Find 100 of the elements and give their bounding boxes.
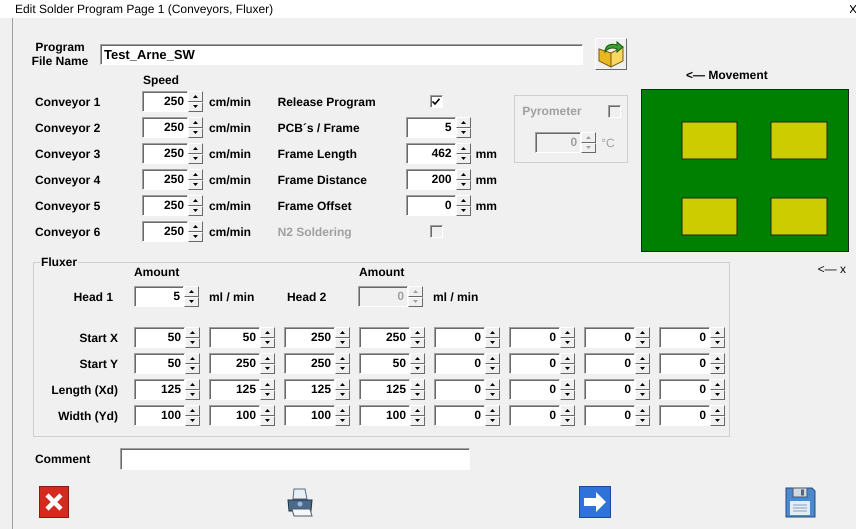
number-field[interactable]: 125 [134,379,185,400]
number-field[interactable]: 125 [209,379,260,400]
spin-down-button[interactable] [260,416,275,426]
spin-up-button[interactable] [188,169,203,180]
spin-down-button[interactable] [485,390,500,400]
spin-up-button[interactable] [635,327,650,338]
spin-up-button[interactable] [260,353,275,364]
number-field[interactable]: 50 [134,353,185,374]
spin-down-button[interactable] [188,180,203,190]
spin-up-button[interactable] [260,379,275,390]
number-field[interactable]: 250 [209,353,260,374]
number-field[interactable]: 462 [406,143,456,164]
number-field[interactable]: 0 [584,327,635,348]
number-field[interactable]: 0 [659,379,710,400]
spin-down-button[interactable] [188,128,203,138]
spin-up-button[interactable] [710,405,725,416]
spin-down-button[interactable] [185,416,200,426]
number-field[interactable]: 50 [134,327,185,348]
next-button[interactable] [578,485,611,519]
number-field[interactable]: 100 [284,405,335,426]
spin-down-button[interactable] [485,338,500,348]
spin-up-button[interactable] [560,353,575,364]
number-field[interactable]: 250 [142,195,188,216]
spin-down-button[interactable] [260,364,275,374]
spin-up-button[interactable] [188,91,203,102]
spin-down-button[interactable] [260,390,275,400]
spin-down-button[interactable] [188,102,203,112]
open-file-button[interactable] [595,38,627,70]
spin-up-button[interactable] [560,405,575,416]
spin-down-button[interactable] [635,416,650,426]
spin-down-button[interactable] [335,364,350,374]
cancel-button[interactable] [37,485,70,519]
spin-down-button[interactable] [560,390,575,400]
number-field[interactable]: 0 [509,353,560,374]
spin-down-button[interactable] [260,338,275,348]
number-field[interactable]: 0 [509,327,560,348]
spin-down-button[interactable] [185,338,200,348]
number-field[interactable]: 0 [509,379,560,400]
spin-down-button[interactable] [184,296,199,307]
spin-up-button[interactable] [410,379,425,390]
spin-down-button[interactable] [710,416,725,426]
spin-down-button[interactable] [188,154,203,164]
spin-up-button[interactable] [560,379,575,390]
spin-down-button[interactable] [635,364,650,374]
spin-up-button[interactable] [456,195,471,206]
spin-up-button[interactable] [410,405,425,416]
spin-up-button[interactable] [456,169,471,180]
spin-up-button[interactable] [335,327,350,338]
number-field[interactable]: 0 [434,353,485,374]
number-field[interactable]: 0 [434,405,485,426]
number-field[interactable]: 5 [134,286,184,307]
spin-up-button[interactable] [260,327,275,338]
number-field[interactable]: 100 [359,405,410,426]
spin-up-button[interactable] [456,117,471,128]
spin-down-button[interactable] [410,364,425,374]
spin-down-button[interactable] [410,338,425,348]
number-field[interactable]: 0 [584,379,635,400]
spin-up-button[interactable] [188,117,203,128]
spin-down-button[interactable] [560,338,575,348]
number-field[interactable]: 0 [406,195,456,216]
number-field[interactable]: 250 [284,353,335,374]
spin-up-button[interactable] [335,405,350,416]
spin-down-button[interactable] [335,416,350,426]
spin-up-button[interactable] [485,405,500,416]
spin-up-button[interactable] [456,143,471,154]
spin-down-button[interactable] [485,364,500,374]
spin-up-button[interactable] [185,353,200,364]
spin-up-button[interactable] [188,195,203,206]
number-field[interactable]: 100 [209,405,260,426]
spin-up-button[interactable] [184,286,199,296]
spin-up-button[interactable] [185,405,200,416]
spin-down-button[interactable] [710,364,725,374]
file-name-field[interactable]: Test_Arne_SW [100,44,583,64]
number-field[interactable]: 250 [359,327,410,348]
spin-up-button[interactable] [410,327,425,338]
number-field[interactable]: 50 [209,327,260,348]
number-field[interactable]: 125 [359,379,410,400]
spin-up-button[interactable] [185,327,200,338]
number-field[interactable]: 0 [434,327,485,348]
number-field[interactable]: 125 [284,379,335,400]
number-field[interactable]: 0 [659,327,710,348]
spin-up-button[interactable] [410,353,425,364]
spin-up-button[interactable] [188,221,203,232]
spin-down-button[interactable] [185,390,200,400]
spin-down-button[interactable] [335,390,350,400]
spin-up-button[interactable] [710,353,725,364]
spin-down-button[interactable] [710,338,725,348]
spin-up-button[interactable] [710,327,725,338]
spin-up-button[interactable] [560,327,575,338]
spin-down-button[interactable] [710,390,725,400]
spin-down-button[interactable] [185,364,200,374]
number-field[interactable]: 100 [134,405,185,426]
spin-down-button[interactable] [560,416,575,426]
spin-up-button[interactable] [635,353,650,364]
spin-up-button[interactable] [710,379,725,390]
spin-down-button[interactable] [635,338,650,348]
spin-down-button[interactable] [635,390,650,400]
number-field[interactable]: 50 [359,353,410,374]
number-field[interactable]: 0 [584,405,635,426]
spin-up-button[interactable] [635,405,650,416]
